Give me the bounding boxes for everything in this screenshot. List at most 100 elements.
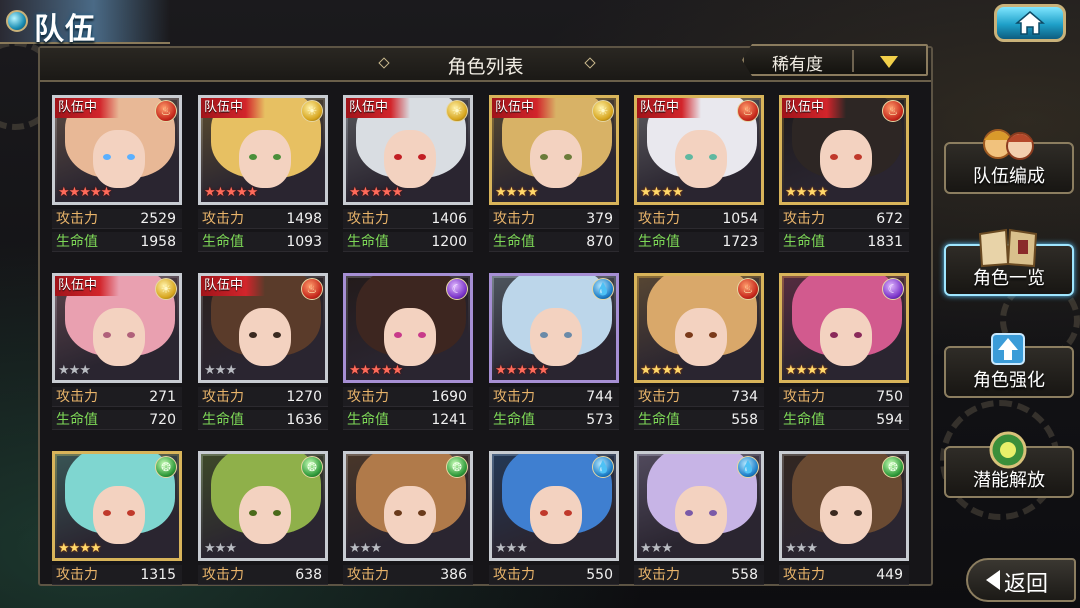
hp-row: 生命值 1200 (343, 232, 473, 252)
character-portrait[interactable]: 💧 ★★★ (634, 451, 764, 561)
character-face (530, 130, 582, 188)
atk-value: 638 (295, 567, 322, 583)
rarity-star-icon: ★ (806, 541, 818, 556)
hp-value: 573 (586, 412, 613, 428)
rarity-star-icon: ★ (225, 363, 237, 378)
character-portrait[interactable]: ☾ ★★★★ (779, 273, 909, 383)
character-portrait[interactable]: ❂ ★★★ (198, 451, 328, 561)
character-card[interactable]: 队伍中 ☀ ★★★★ 攻击力 379 生命值 870 (489, 95, 619, 255)
atk-row: 攻击力 734 (634, 387, 764, 407)
character-portrait[interactable]: 队伍中 ☀ ★★★★ (489, 95, 619, 205)
atk-row: 攻击力 2529 (52, 209, 182, 229)
hp-row: 生命值 1958 (52, 232, 182, 252)
hp-label: 生命值 (638, 234, 680, 250)
character-card[interactable]: ❂ ★★★ 攻击力 638 (198, 451, 328, 608)
dropdown-arrow-icon[interactable] (880, 56, 898, 68)
atk-value: 379 (586, 211, 613, 227)
in-team-badge: 队伍中 (492, 98, 556, 118)
character-eye (540, 332, 548, 338)
rarity-star-icon: ★ (495, 185, 507, 200)
hp-label: 生命值 (493, 412, 535, 428)
rarity-star-icon: ★ (79, 541, 91, 556)
character-card[interactable]: 💧 ★★★ 攻击力 550 (489, 451, 619, 608)
character-eye (564, 510, 572, 516)
character-card[interactable]: ❂ ★★★★ 攻击力 1315 (52, 451, 182, 608)
rarity-star-icon: ★ (79, 363, 91, 378)
hp-value: 1958 (140, 234, 176, 250)
character-portrait[interactable]: 队伍中 ☀ ★★★★★ (343, 95, 473, 205)
character-face (530, 486, 582, 544)
rarity-stars: ★★★ (58, 363, 91, 378)
character-card[interactable]: ❂ ★★★ 攻击力 449 (779, 451, 909, 608)
character-portrait[interactable]: 队伍中 ♨ ★★★ (198, 273, 328, 383)
home-icon (1015, 11, 1045, 35)
character-portrait[interactable]: ❂ ★★★★ (52, 451, 182, 561)
character-portrait[interactable]: ♨ ★★★★ (634, 273, 764, 383)
rarity-star-icon: ★ (370, 541, 382, 556)
character-card[interactable]: 💧 ★★★★★ 攻击力 744 生命值 573 (489, 273, 619, 433)
rarity-star-icon: ★ (68, 541, 81, 556)
character-portrait[interactable]: 💧 ★★★ (489, 451, 619, 561)
character-eye (830, 154, 838, 160)
team-tab[interactable]: 队伍 (0, 0, 170, 47)
character-card[interactable]: ❂ ★★★ 攻击力 386 (343, 451, 473, 608)
back-button[interactable]: 返回 (966, 558, 1076, 602)
character-portrait[interactable]: 队伍中 ♨ ★★★★ (634, 95, 764, 205)
character-portrait[interactable]: ❂ ★★★ (779, 451, 909, 561)
character-card[interactable]: ☾ ★★★★ 攻击力 750 生命值 594 (779, 273, 909, 433)
character-eye (249, 510, 257, 516)
hp-label: 生命值 (202, 412, 244, 428)
atk-row: 攻击力 1690 (343, 387, 473, 407)
atk-label: 攻击力 (783, 567, 825, 583)
dark-element-icon: ☾ (882, 278, 904, 300)
character-portrait[interactable]: 队伍中 ☀ ★★★ (52, 273, 182, 383)
character-card[interactable]: 队伍中 ☀ ★★★★★ 攻击力 1498 生命值 1093 (198, 95, 328, 255)
atk-label: 攻击力 (56, 567, 98, 583)
character-card[interactable]: 队伍中 ☀ ★★★★★ 攻击力 1406 生命值 1200 (343, 95, 473, 255)
sort-dropdown[interactable]: 稀有度 (742, 44, 928, 76)
character-portrait[interactable]: ❂ ★★★ (343, 451, 473, 561)
home-button[interactable] (994, 4, 1066, 42)
character-card[interactable]: 队伍中 ♨ ★★★★ 攻击力 1054 生命值 1723 (634, 95, 764, 255)
side-menu-button[interactable]: 角色强化 (944, 333, 1074, 398)
character-portrait[interactable]: 队伍中 ♨ ★★★★★ (52, 95, 182, 205)
character-portrait[interactable]: 队伍中 ☀ ★★★★★ (198, 95, 328, 205)
fire-element-icon: ♨ (737, 278, 759, 300)
character-eye (127, 154, 135, 160)
side-menu-button[interactable]: 潜能解放 (944, 431, 1074, 498)
character-card[interactable]: ♨ ★★★★ 攻击力 734 生命值 558 (634, 273, 764, 433)
rarity-star-icon: ★ (58, 541, 70, 556)
side-menu-button[interactable]: 角色一览 (944, 228, 1074, 296)
atk-label: 攻击力 (202, 567, 244, 583)
character-eye (540, 154, 548, 160)
hp-value: 1831 (867, 234, 903, 250)
character-eye (709, 510, 717, 516)
hp-value: 1093 (286, 234, 322, 250)
character-portrait[interactable]: ☾ ★★★★★ (343, 273, 473, 383)
character-portrait[interactable]: 💧 ★★★★★ (489, 273, 619, 383)
character-eye (273, 510, 281, 516)
character-face (530, 308, 582, 366)
rarity-star-icon: ★ (68, 185, 81, 200)
character-card[interactable]: 队伍中 ♨ ★★★★ 攻击力 672 生命值 1831 (779, 95, 909, 255)
character-portrait[interactable]: 队伍中 ♨ ★★★★ (779, 95, 909, 205)
character-card[interactable]: 队伍中 ♨ ★★★★★ 攻击力 2529 生命值 1958 (52, 95, 182, 255)
back-arrow-icon (986, 570, 1000, 590)
atk-value: 1406 (431, 211, 467, 227)
atk-row: 攻击力 558 (634, 565, 764, 585)
rarity-star-icon: ★ (495, 363, 507, 378)
character-eye (394, 510, 402, 516)
rarity-star-icon: ★ (359, 541, 372, 556)
rarity-star-icon: ★ (225, 541, 237, 556)
character-card[interactable]: ☾ ★★★★★ 攻击力 1690 生命值 1241 (343, 273, 473, 433)
character-eye (709, 332, 717, 338)
hp-label: 生命值 (493, 234, 535, 250)
character-eye (103, 154, 111, 160)
atk-row: 攻击力 1406 (343, 209, 473, 229)
atk-value: 1054 (722, 211, 758, 227)
character-card[interactable]: 💧 ★★★ 攻击力 558 (634, 451, 764, 608)
rarity-star-icon: ★ (100, 185, 113, 200)
character-card[interactable]: 队伍中 ♨ ★★★ 攻击力 1270 生命值 1636 (198, 273, 328, 433)
character-card[interactable]: 队伍中 ☀ ★★★ 攻击力 271 生命值 720 (52, 273, 182, 433)
side-menu-button[interactable]: 队伍编成 (944, 129, 1074, 194)
